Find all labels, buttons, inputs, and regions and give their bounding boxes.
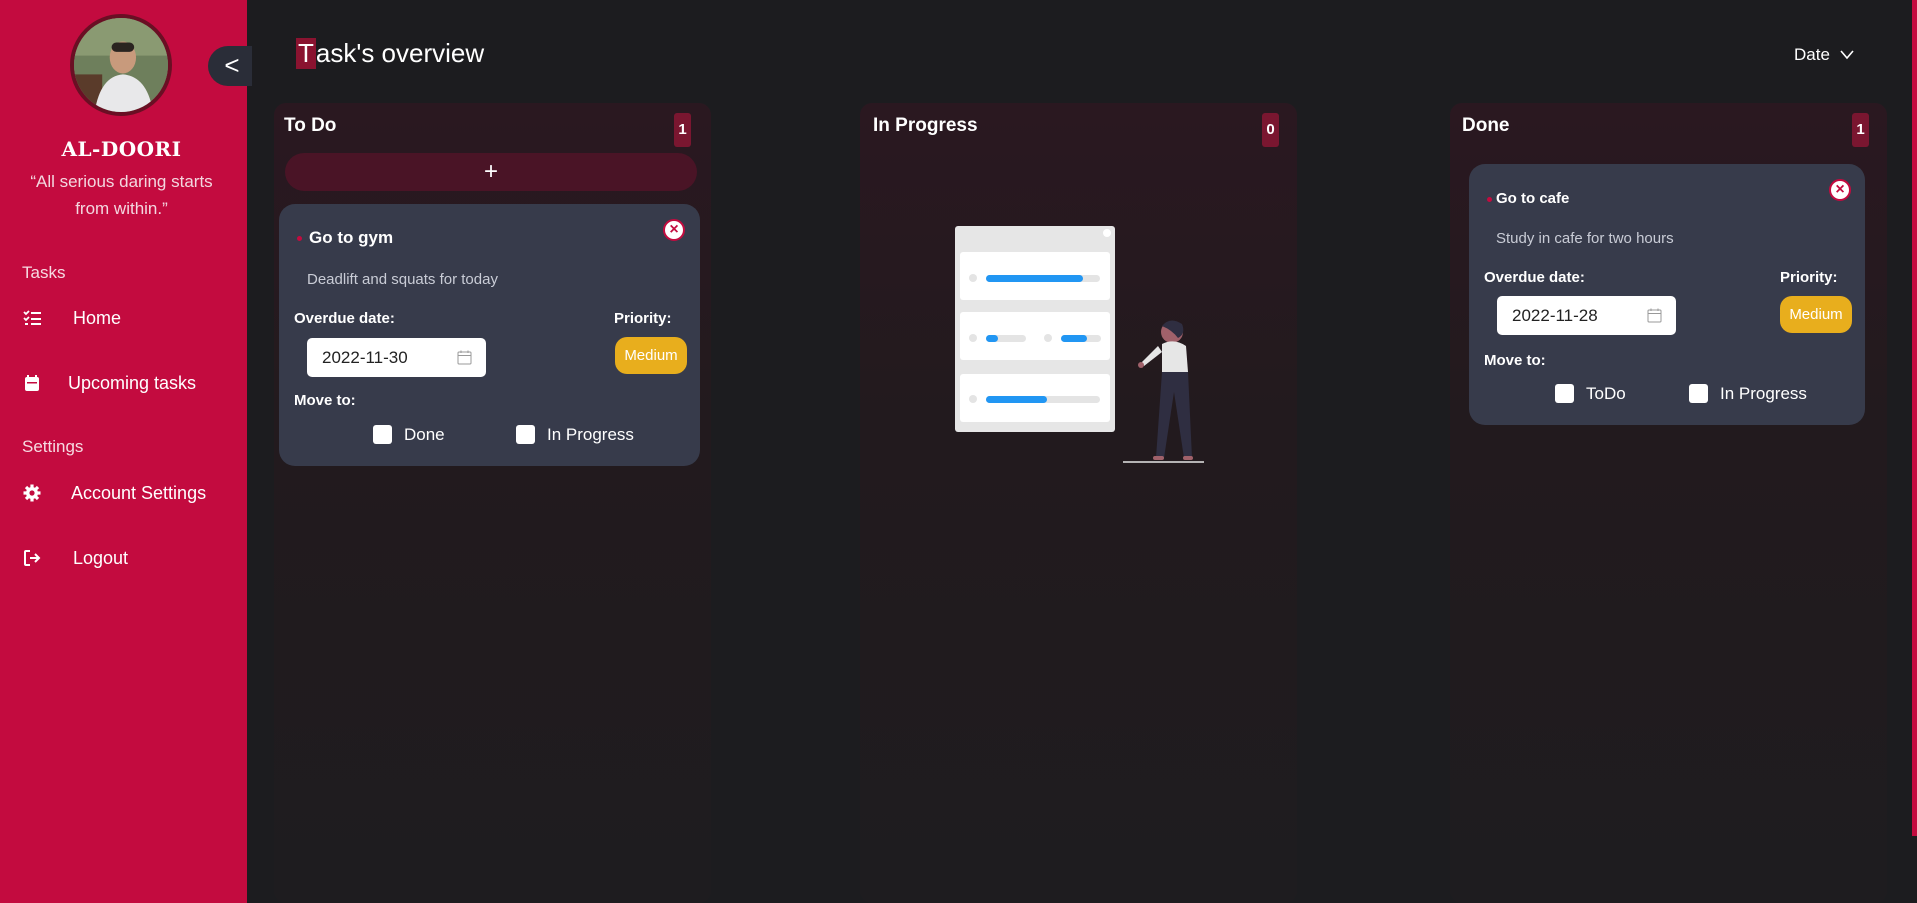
move-to-in-progress-checkbox[interactable] bbox=[516, 425, 535, 444]
column-title: In Progress bbox=[873, 115, 978, 136]
task-title: Go to cafe bbox=[1496, 190, 1570, 207]
sidebar-item-home[interactable]: Home bbox=[0, 296, 247, 340]
user-quote: “All serious daring starts from within.” bbox=[30, 172, 213, 218]
collapse-sidebar-button[interactable]: < bbox=[208, 46, 252, 86]
move-to-todo-checkbox[interactable] bbox=[1555, 384, 1574, 403]
move-to-label: Move to: bbox=[294, 392, 356, 409]
sidebar-item-label: Home bbox=[73, 307, 122, 328]
priority-badge: Medium bbox=[615, 337, 687, 374]
move-to-done-checkbox[interactable] bbox=[373, 425, 392, 444]
settings-section-label: Settings bbox=[22, 437, 84, 456]
priority-label: Priority: bbox=[1780, 269, 1838, 286]
logout-icon bbox=[24, 550, 41, 566]
move-option-label: ToDo bbox=[1586, 384, 1626, 403]
column-count-badge: 1 bbox=[1852, 113, 1869, 147]
column-title: To Do bbox=[284, 115, 337, 136]
move-option-label: In Progress bbox=[547, 425, 634, 444]
calendar-icon[interactable] bbox=[1647, 308, 1662, 323]
task-card-cafe: Go to cafe × Study in cafe for two hours… bbox=[1469, 164, 1865, 425]
sidebar-item-label: Account Settings bbox=[71, 482, 207, 503]
sidebar-item-upcoming-tasks[interactable]: Upcoming tasks bbox=[0, 361, 247, 405]
task-dot bbox=[297, 236, 302, 241]
gear-icon bbox=[23, 484, 41, 502]
overdue-date-input[interactable]: 2022-11-28 bbox=[1497, 296, 1676, 335]
task-description: Deadlift and squats for today bbox=[307, 271, 498, 288]
tasks-section-label: Tasks bbox=[22, 263, 66, 282]
overdue-date-label: Overdue date: bbox=[1484, 269, 1585, 286]
sort-label: Date bbox=[1794, 45, 1830, 64]
priority-label: Priority: bbox=[614, 310, 672, 327]
page-title-first-letter: T bbox=[296, 38, 316, 69]
column-title: Done bbox=[1462, 115, 1510, 136]
right-accent-bar bbox=[1912, 0, 1917, 836]
avatar bbox=[70, 14, 172, 116]
user-name: AL-DOORI bbox=[61, 137, 182, 161]
sidebar: AL-DOORI “All serious daring starts from… bbox=[0, 0, 247, 903]
column-count-badge: 0 bbox=[1262, 113, 1279, 147]
task-description: Study in cafe for two hours bbox=[1496, 230, 1674, 247]
page-title-rest: ask's overview bbox=[315, 38, 485, 68]
move-option-label: Done bbox=[404, 425, 445, 444]
calendar-icon bbox=[25, 375, 39, 391]
calendar-icon[interactable] bbox=[457, 350, 472, 365]
task-card-gym: Go to gym × Deadlift and squats for toda… bbox=[279, 204, 700, 466]
delete-task-button[interactable]: × bbox=[663, 219, 685, 241]
move-option-label: In Progress bbox=[1720, 384, 1807, 403]
overdue-date-label: Overdue date: bbox=[294, 310, 395, 327]
profile-photo bbox=[74, 18, 168, 112]
overdue-date-value: 2022-11-30 bbox=[322, 348, 408, 367]
overdue-date-input[interactable]: 2022-11-30 bbox=[307, 338, 486, 377]
sidebar-item-account-settings[interactable]: Account Settings bbox=[0, 471, 247, 515]
task-dot bbox=[1487, 197, 1492, 202]
column-count-badge: 1 bbox=[674, 113, 691, 147]
overdue-date-value: 2022-11-28 bbox=[1512, 306, 1598, 325]
list-check-icon bbox=[23, 310, 41, 325]
task-title: Go to gym bbox=[309, 228, 394, 247]
sort-dropdown[interactable]: Date bbox=[1794, 45, 1854, 65]
sidebar-item-label: Upcoming tasks bbox=[68, 372, 197, 393]
page-title: Task's overview bbox=[296, 38, 484, 69]
sidebar-item-label: Logout bbox=[73, 547, 129, 568]
add-task-button[interactable]: + bbox=[285, 153, 697, 191]
priority-badge: Medium bbox=[1780, 296, 1852, 333]
empty-state-illustration bbox=[955, 226, 1204, 463]
delete-task-button[interactable]: × bbox=[1829, 179, 1851, 201]
move-to-in-progress-checkbox[interactable] bbox=[1689, 384, 1708, 403]
sidebar-item-logout[interactable]: Logout bbox=[0, 536, 247, 580]
move-to-label: Move to: bbox=[1484, 352, 1546, 369]
chevron-down-icon bbox=[1840, 50, 1854, 60]
